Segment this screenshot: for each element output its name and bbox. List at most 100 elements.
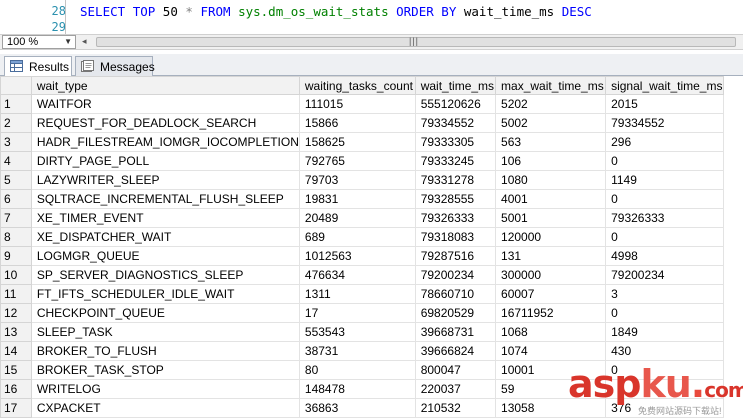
table-cell[interactable]: 79334552	[414, 113, 497, 133]
row-header-corner[interactable]	[0, 76, 32, 95]
table-row[interactable]: 5 LAZYWRITER_SLEEP 79703 79331278 1080 1149	[0, 170, 743, 190]
table-cell[interactable]: 80	[298, 360, 416, 380]
table-cell[interactable]: 79318083	[414, 227, 497, 247]
row-number[interactable]: 9	[0, 246, 32, 266]
row-number[interactable]: 10	[0, 265, 32, 285]
table-cell[interactable]: XE_TIMER_EVENT	[30, 208, 300, 228]
row-number[interactable]: 14	[0, 341, 32, 361]
table-cell[interactable]: 79334552	[605, 113, 724, 133]
table-cell[interactable]: 476634	[298, 265, 416, 285]
table-cell[interactable]: 1012563	[298, 246, 416, 266]
table-cell[interactable]: 79333305	[414, 132, 497, 152]
table-row[interactable]: 2 REQUEST_FOR_DEADLOCK_SEARCH 15866 7933455…	[0, 113, 743, 133]
row-number[interactable]: 12	[0, 303, 32, 323]
table-cell[interactable]: 60007	[495, 284, 607, 304]
table-cell[interactable]: 430	[605, 341, 724, 361]
table-cell[interactable]: 79200234	[605, 265, 724, 285]
tab-results[interactable]: Results	[4, 56, 72, 77]
table-cell[interactable]	[605, 379, 724, 399]
row-number[interactable]: 7	[0, 208, 32, 228]
table-cell[interactable]: HADR_FILESTREAM_IOMGR_IOCOMPLETION	[30, 132, 300, 152]
table-cell[interactable]: LAZYWRITER_SLEEP	[30, 170, 300, 190]
table-cell[interactable]: 19831	[298, 189, 416, 209]
table-row[interactable]: 4 DIRTY_PAGE_POLL 792765 79333245 106 0	[0, 151, 743, 171]
table-cell[interactable]: 1149	[605, 170, 724, 190]
table-cell[interactable]: BROKER_TO_FLUSH	[30, 341, 300, 361]
table-cell[interactable]: 555120626	[414, 94, 497, 114]
table-cell[interactable]: 13058	[495, 398, 607, 418]
table-cell[interactable]: 220037	[414, 379, 497, 399]
table-cell[interactable]: 20489	[298, 208, 416, 228]
table-cell[interactable]: 158625	[298, 132, 416, 152]
row-number[interactable]: 4	[0, 151, 32, 171]
table-cell[interactable]: 120000	[495, 227, 607, 247]
table-cell[interactable]: 79326333	[414, 208, 497, 228]
row-number[interactable]: 3	[0, 132, 32, 152]
row-number[interactable]: 6	[0, 189, 32, 209]
table-cell[interactable]: 792765	[298, 151, 416, 171]
column-header[interactable]: max_wait_time_ms	[495, 76, 607, 95]
table-cell[interactable]: 0	[605, 151, 724, 171]
table-cell[interactable]: 111015	[298, 94, 416, 114]
table-cell[interactable]: 78660710	[414, 284, 497, 304]
table-cell[interactable]: 4998	[605, 246, 724, 266]
table-cell[interactable]: 1074	[495, 341, 607, 361]
table-cell[interactable]: 79287516	[414, 246, 497, 266]
table-cell[interactable]: 15866	[298, 113, 416, 133]
table-cell[interactable]: 689	[298, 227, 416, 247]
table-cell[interactable]: 79326333	[605, 208, 724, 228]
table-cell[interactable]: 59	[495, 379, 607, 399]
table-cell[interactable]: LOGMGR_QUEUE	[30, 246, 300, 266]
row-number[interactable]: 15	[0, 360, 32, 380]
table-row[interactable]: 17 CXPACKET 36863 210532 13058 376	[0, 398, 743, 418]
table-row[interactable]: 1 WAITFOR 111015 555120626 5202 2015	[0, 94, 743, 114]
table-cell[interactable]: 1068	[495, 322, 607, 342]
row-number[interactable]: 13	[0, 322, 32, 342]
table-cell[interactable]: 79703	[298, 170, 416, 190]
table-cell[interactable]: XE_DISPATCHER_WAIT	[30, 227, 300, 247]
table-cell[interactable]: 300000	[495, 265, 607, 285]
zoom-dropdown[interactable]: 100 % ▼	[2, 35, 76, 49]
table-cell[interactable]: BROKER_TASK_STOP	[30, 360, 300, 380]
table-row[interactable]: 6 SQLTRACE_INCREMENTAL_FLUSH_SLEEP 19831 79…	[0, 189, 743, 209]
table-row[interactable]: 7 XE_TIMER_EVENT 20489 79326333 5001 79326333	[0, 208, 743, 228]
table-cell[interactable]: 79328555	[414, 189, 497, 209]
row-number[interactable]: 11	[0, 284, 32, 304]
table-row[interactable]: 12 CHECKPOINT_QUEUE 17 69820529 16711952 0	[0, 303, 743, 323]
table-cell[interactable]: WAITFOR	[30, 94, 300, 114]
table-cell[interactable]: 39668731	[414, 322, 497, 342]
row-number[interactable]: 17	[0, 398, 32, 418]
table-row[interactable]: 8 XE_DISPATCHER_WAIT 689 79318083 120000 0	[0, 227, 743, 247]
table-cell[interactable]: CHECKPOINT_QUEUE	[30, 303, 300, 323]
table-cell[interactable]: 553543	[298, 322, 416, 342]
table-cell[interactable]: DIRTY_PAGE_POLL	[30, 151, 300, 171]
horizontal-scrollbar-thumb[interactable]: |||	[96, 36, 736, 47]
row-number[interactable]: 16	[0, 379, 32, 399]
results-grid[interactable]: wait_type waiting_tasks_count wait_time_…	[0, 76, 743, 420]
table-cell[interactable]: 79200234	[414, 265, 497, 285]
table-cell[interactable]: 376	[605, 398, 724, 418]
table-cell[interactable]: 563	[495, 132, 607, 152]
table-cell[interactable]: WRITELOG	[30, 379, 300, 399]
table-cell[interactable]: 39666824	[414, 341, 497, 361]
tab-messages[interactable]: Messages	[75, 56, 155, 76]
table-cell[interactable]: REQUEST_FOR_DEADLOCK_SEARCH	[30, 113, 300, 133]
table-cell[interactable]: 79333245	[414, 151, 497, 171]
table-row[interactable]: 10 SP_SERVER_DIAGNOSTICS_SLEEP 476634 79200…	[0, 265, 743, 285]
table-cell[interactable]: 0	[605, 303, 724, 323]
table-cell[interactable]: 16711952	[495, 303, 607, 323]
row-number[interactable]: 1	[0, 94, 32, 114]
table-cell[interactable]: 1849	[605, 322, 724, 342]
row-number[interactable]: 2	[0, 113, 32, 133]
table-cell[interactable]: 17	[298, 303, 416, 323]
row-number[interactable]: 5	[0, 170, 32, 190]
table-cell[interactable]: CXPACKET	[30, 398, 300, 418]
table-cell[interactable]: 210532	[414, 398, 497, 418]
table-cell[interactable]: 69820529	[414, 303, 497, 323]
column-header[interactable]: wait_type	[30, 76, 300, 95]
table-cell[interactable]: SQLTRACE_INCREMENTAL_FLUSH_SLEEP	[30, 189, 300, 209]
table-cell[interactable]: 5001	[495, 208, 607, 228]
table-cell[interactable]: 3	[605, 284, 724, 304]
table-cell[interactable]: 131	[495, 246, 607, 266]
column-header[interactable]: wait_time_ms	[414, 76, 497, 95]
